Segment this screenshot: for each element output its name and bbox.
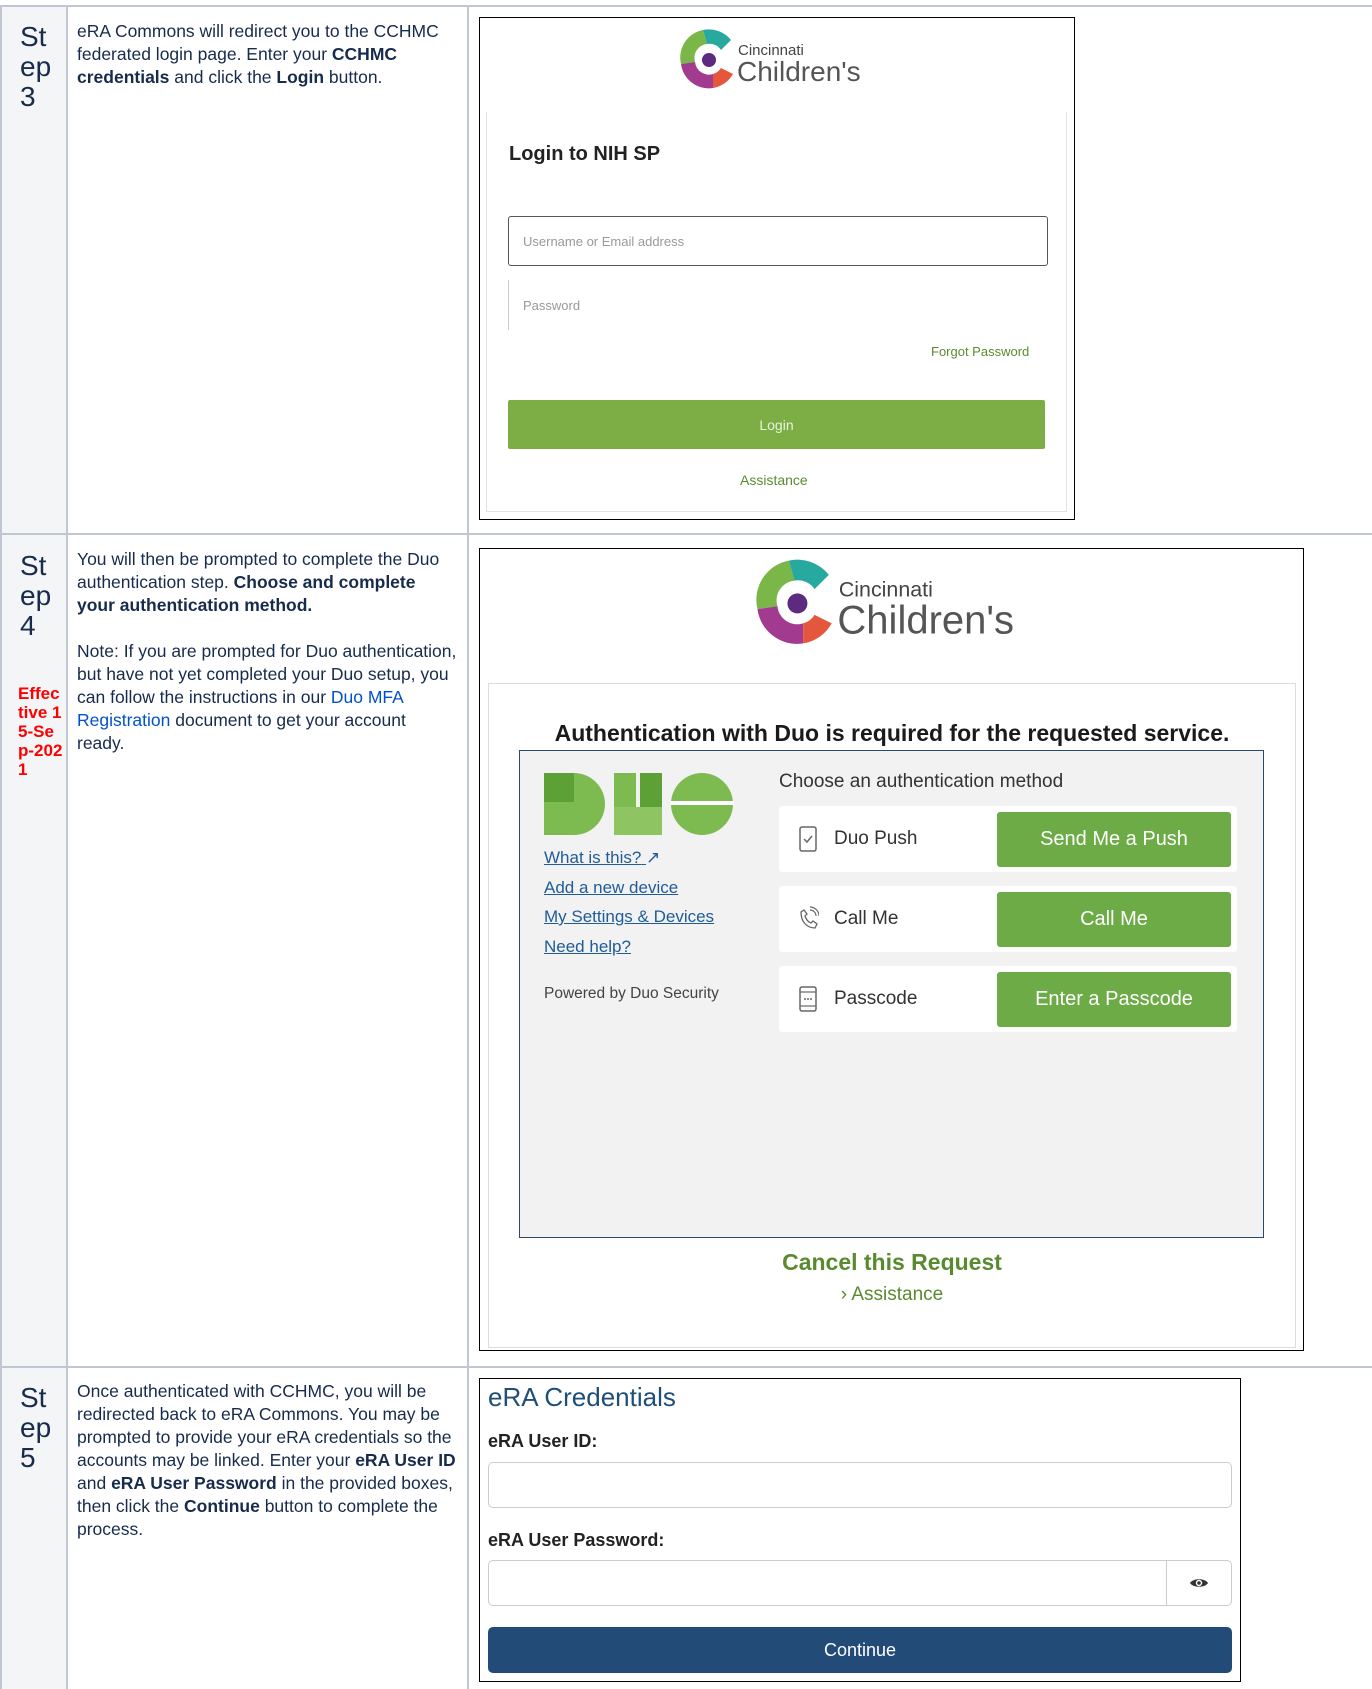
need-help-link[interactable]: Need help? (544, 937, 631, 957)
grid-line (0, 5, 1372, 7)
method-row-passcode: Passcode Enter a Passcode (779, 966, 1237, 1032)
text: and (77, 1473, 112, 1493)
login-button[interactable]: Login (508, 400, 1045, 449)
era-user-id-input[interactable] (488, 1462, 1232, 1508)
enter-passcode-button[interactable]: Enter a Passcode (997, 972, 1231, 1027)
text-bold: Continue (184, 1496, 260, 1516)
era-user-id-label: eRA User ID: (488, 1431, 598, 1451)
grid-line (0, 5, 2, 1689)
logo-text-line2: Children's (737, 56, 861, 87)
grid-line (467, 5, 469, 1689)
step-4-description: You will then be prompted to complete th… (77, 548, 457, 755)
call-icon (800, 906, 819, 929)
method-row-call-me: Call Me Call Me (779, 886, 1237, 952)
assistance-link[interactable]: › Assistance (488, 1284, 1296, 1306)
password-input[interactable]: Password (508, 280, 1048, 330)
duo-heading: Authentication with Duo is required for … (554, 720, 1230, 746)
step-5-description: Once authenticated with CCHMC, you will … (77, 1380, 457, 1541)
era-password-input[interactable] (488, 1560, 1168, 1606)
step-4-label: Step 4 (20, 550, 52, 641)
text-bold: Login (276, 67, 325, 87)
choose-method-text: Choose an authentication method (779, 771, 1064, 792)
cincinnati-childrens-logo: Cincinnati Children's (680, 29, 861, 89)
settings-devices-link[interactable]: My Settings & Devices (544, 907, 714, 927)
effective-date: Effective 15-Sep-2021 (18, 684, 63, 779)
duo-logo-icon (544, 773, 734, 835)
eye-icon (1190, 1579, 1208, 1587)
passcode-icon (799, 986, 817, 1012)
powered-by-text: Powered by Duo Security (544, 985, 719, 1002)
text: and click the (169, 67, 277, 87)
add-device-link[interactable]: Add a new device (544, 878, 678, 898)
login-title: Login to NIH SP (509, 143, 661, 165)
assistance-link[interactable]: Assistance (740, 472, 808, 488)
logo-text-line2: Children's (837, 598, 1014, 642)
method-label: Call Me (834, 908, 899, 929)
logo-mark (756, 559, 832, 644)
call-me-button[interactable]: Call Me (997, 892, 1231, 947)
method-label: Passcode (834, 988, 918, 1009)
method-row-duo-push: Duo Push Send Me a Push (779, 806, 1237, 872)
grid-line (0, 533, 1372, 535)
era-password-label: eRA User Password: (488, 1530, 665, 1550)
send-push-button[interactable]: Send Me a Push (997, 812, 1231, 867)
step-3-label: Step 3 (20, 21, 52, 112)
username-input[interactable]: Username or Email address (508, 216, 1048, 266)
cancel-request-link[interactable]: Cancel this Request (488, 1249, 1296, 1276)
step-3-description: eRA Commons will redirect you to the CCH… (77, 20, 457, 89)
external-link-icon: ↗ (646, 848, 661, 867)
method-label: Duo Push (834, 828, 918, 849)
continue-button[interactable]: Continue (488, 1627, 1232, 1673)
step-5-label: Step 5 (20, 1382, 52, 1473)
text: button. (324, 67, 383, 87)
what-is-this-link[interactable]: What is this? ↗ (544, 848, 660, 868)
link-text: What is this? (544, 848, 642, 867)
grid-line (0, 1366, 1372, 1368)
text-bold: eRA User Password (111, 1473, 277, 1493)
phone-icon (799, 826, 817, 852)
logo-mark (680, 29, 733, 89)
cincinnati-childrens-logo: Cincinnati Children's (756, 559, 1014, 644)
forgot-password-link[interactable]: Forgot Password (931, 344, 1029, 359)
text-bold: eRA User ID (355, 1450, 456, 1470)
grid-line (66, 5, 68, 1689)
show-password-toggle[interactable] (1166, 1560, 1232, 1606)
era-credentials-title: eRA Credentials (488, 1382, 676, 1412)
